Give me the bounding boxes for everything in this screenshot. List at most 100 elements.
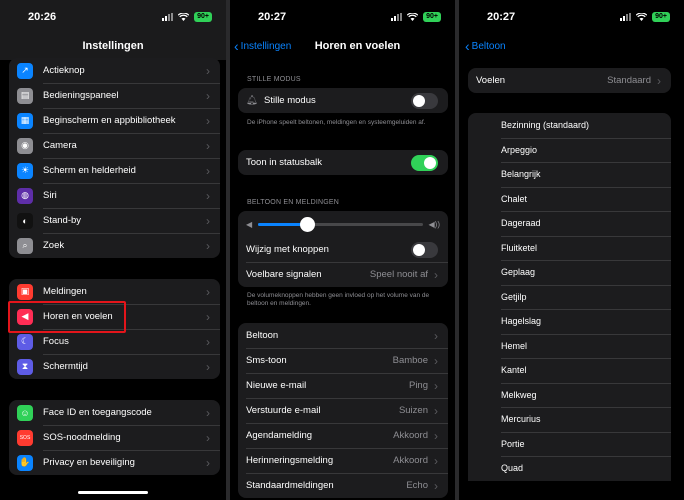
ringtone-item[interactable]: Dageraad: [468, 211, 671, 236]
settings-item-label: Beginscherm en appbibliotheek: [43, 115, 176, 126]
settings-group-general: ↗ Actieknop › ▤ Bedieningspaneel › ▦ Beginscher…: [9, 58, 220, 258]
ringtone-item[interactable]: Fluitketel: [468, 235, 671, 261]
settings-group-security: ☺ Face ID en toegangscode › SOS SOS-noodmeld…: [9, 400, 220, 475]
ringtone-item[interactable]: Geplaag: [468, 260, 671, 285]
moon-icon: ☾: [17, 333, 33, 350]
sound-item-label: Standaardmeldingen: [246, 480, 334, 491]
ringtone-item-label: Quad: [501, 463, 524, 474]
vibration-label: Voelen: [476, 75, 506, 86]
settings-item-schermtijd[interactable]: ⧗ Schermtijd ›: [9, 354, 220, 379]
haptics-value: Speel nooit af: [369, 269, 428, 280]
sound-item-value: Suizen: [398, 405, 428, 416]
ringtone-item[interactable]: Hemel: [468, 333, 671, 359]
brightness-icon: ☀: [17, 162, 33, 179]
section-header-ringtone: BELTOON EN MELDINGEN: [247, 199, 340, 206]
speaker-low-icon: ◀: [246, 219, 253, 229]
ringtone-item[interactable]: Bezinning (standaard): [468, 113, 671, 138]
action-button-icon: ↗: [17, 62, 33, 79]
ringtone-item[interactable]: Quad: [468, 456, 671, 481]
back-button[interactable]: ‹ Beltoon: [465, 39, 506, 53]
back-button[interactable]: ‹ Instellingen: [234, 38, 291, 54]
nav-bar: Instellingen: [0, 34, 226, 58]
chevron-right-icon: ›: [434, 353, 438, 368]
buttons-toggle[interactable]: [411, 241, 438, 258]
ringtone-item[interactable]: Arpeggio: [468, 137, 671, 163]
chevron-right-icon: ›: [206, 455, 210, 470]
sound-item-label: Agendamelding: [246, 430, 313, 441]
buttons-row: Wijzig met knoppen: [238, 237, 448, 262]
chevron-right-icon: ›: [434, 478, 438, 493]
settings-item-label: Face ID en toegangscode: [43, 407, 152, 418]
settings-item-label: Focus: [43, 336, 69, 347]
haptics-label: Voelbare signalen: [246, 269, 322, 280]
haptics-row[interactable]: Voelbare signalen Speel nooit af ›: [238, 262, 448, 287]
ringtone-item-label: Belangrijk: [501, 169, 541, 180]
volume-slider[interactable]: [258, 216, 423, 232]
settings-item-label: Camera: [43, 140, 77, 151]
settings-item-face-id-en-toegangscode[interactable]: ☺ Face ID en toegangscode ›: [9, 400, 220, 425]
ringtone-item[interactable]: Melkweg: [468, 382, 671, 408]
hand-icon: ✋: [17, 454, 33, 471]
ringtone-item[interactable]: Kantel: [468, 358, 671, 383]
settings-item-bedieningspaneel[interactable]: ▤ Bedieningspaneel ›: [9, 83, 220, 108]
sound-item-sms-toon[interactable]: Sms-toon Bamboe ›: [238, 348, 448, 373]
settings-item-stand-by[interactable]: ◐ Stand-by ›: [9, 208, 220, 233]
statusbar-group: Toon in statusbalk: [238, 150, 448, 175]
chevron-right-icon: ›: [206, 63, 210, 78]
sound-item-label: Beltoon: [246, 330, 279, 341]
chevron-right-icon: ›: [434, 453, 438, 468]
statusbar-toggle[interactable]: [411, 154, 438, 171]
wifi-icon: [178, 13, 190, 21]
settings-item-privacy-en-beveiliging[interactable]: ✋ Privacy en beveiliging ›: [9, 450, 220, 475]
ringtone-item[interactable]: Belangrijk: [468, 162, 671, 187]
highlight-box: [8, 301, 126, 333]
chevron-left-icon: ‹: [234, 38, 239, 54]
sound-item-herinneringsmelding[interactable]: Herinneringsmelding Akkoord ›: [238, 448, 448, 473]
settings-item-scherm-en-helderheid[interactable]: ☀ Scherm en helderheid ›: [9, 158, 220, 183]
sound-item-standaardmeldingen[interactable]: Standaardmeldingen Echo ›: [238, 473, 448, 498]
sound-item-beltoon[interactable]: Beltoon ›: [238, 323, 448, 348]
sounds-group: Beltoon › Sms-toon Bamboe › Nieuwe e-mail Ping…: [238, 323, 448, 498]
chevron-right-icon: ›: [206, 113, 210, 128]
ringtone-footnote: De volumeknoppen hebben geen invloed op …: [247, 292, 430, 307]
sound-item-nieuwe-e-mail[interactable]: Nieuwe e-mail Ping ›: [238, 373, 448, 398]
settings-item-camera[interactable]: ◉ Camera ›: [9, 133, 220, 158]
settings-screen: 20:26 90+ Instellingen ↗ Actieknop › ▤ Bedie…: [0, 0, 226, 500]
settings-item-label: Privacy en beveiliging: [43, 457, 135, 468]
sounds-screen: 20:27 90+ ‹ Instellingen Horen en voelen …: [230, 0, 455, 500]
ringtone-item-label: Bezinning (standaard): [501, 120, 590, 131]
speaker-high-icon: ◀)): [428, 219, 440, 229]
sound-item-value: Bamboe: [392, 355, 428, 366]
sound-item-agendamelding[interactable]: Agendamelding Akkoord ›: [238, 423, 448, 448]
vibration-row[interactable]: Voelen Standaard ›: [468, 68, 671, 93]
ringtone-item-label: Arpeggio: [501, 144, 538, 155]
ringtone-item[interactable]: Portie: [468, 431, 671, 457]
settings-item-actieknop[interactable]: ↗ Actieknop ›: [9, 58, 220, 83]
volume-knob[interactable]: [300, 216, 316, 232]
chevron-right-icon: ›: [206, 238, 210, 253]
settings-item-label: SOS-noodmelding: [43, 432, 121, 443]
section-header-silent: STILLE MODUS: [247, 76, 301, 83]
settings-item-beginscherm-en-appbibliotheek[interactable]: ▦ Beginscherm en appbibliotheek ›: [9, 108, 220, 133]
silent-mode-toggle[interactable]: [411, 92, 438, 109]
silent-mode-row: 🔔︎ Stille modus: [238, 88, 448, 113]
sound-item-verstuurde-e-mail[interactable]: Verstuurde e-mail Suizen ›: [238, 398, 448, 423]
battery-icon: 90+: [652, 12, 670, 22]
sound-item-label: Verstuurde e-mail: [246, 405, 321, 416]
settings-item-sos-noodmelding[interactable]: SOS SOS-noodmelding ›: [9, 425, 220, 450]
ringtone-item[interactable]: Chalet: [468, 186, 671, 212]
face-id-icon: ☺: [17, 404, 33, 421]
settings-item-siri[interactable]: ◍ Siri ›: [9, 183, 220, 208]
clock: 20:27: [258, 11, 287, 23]
status-bar: 20:27 90+: [230, 0, 455, 34]
ringtone-item-label: Hemel: [501, 340, 528, 351]
search-icon: ⌕: [17, 237, 33, 254]
ringtone-list: Bezinning (standaard) Arpeggio Belangrijk C…: [468, 113, 671, 481]
ringtone-volume-group: ◀ ◀)) Wijzig met knoppen Voelbare signal…: [238, 211, 448, 287]
ringtone-item[interactable]: Getjilp: [468, 284, 671, 310]
clock: 20:26: [28, 11, 57, 23]
ringtone-item[interactable]: Mercurius: [468, 407, 671, 432]
settings-item-zoek[interactable]: ⌕ Zoek ›: [9, 233, 220, 258]
nav-bar: ‹ Beltoon: [459, 34, 684, 58]
ringtone-item[interactable]: Hagelslag: [468, 309, 671, 334]
